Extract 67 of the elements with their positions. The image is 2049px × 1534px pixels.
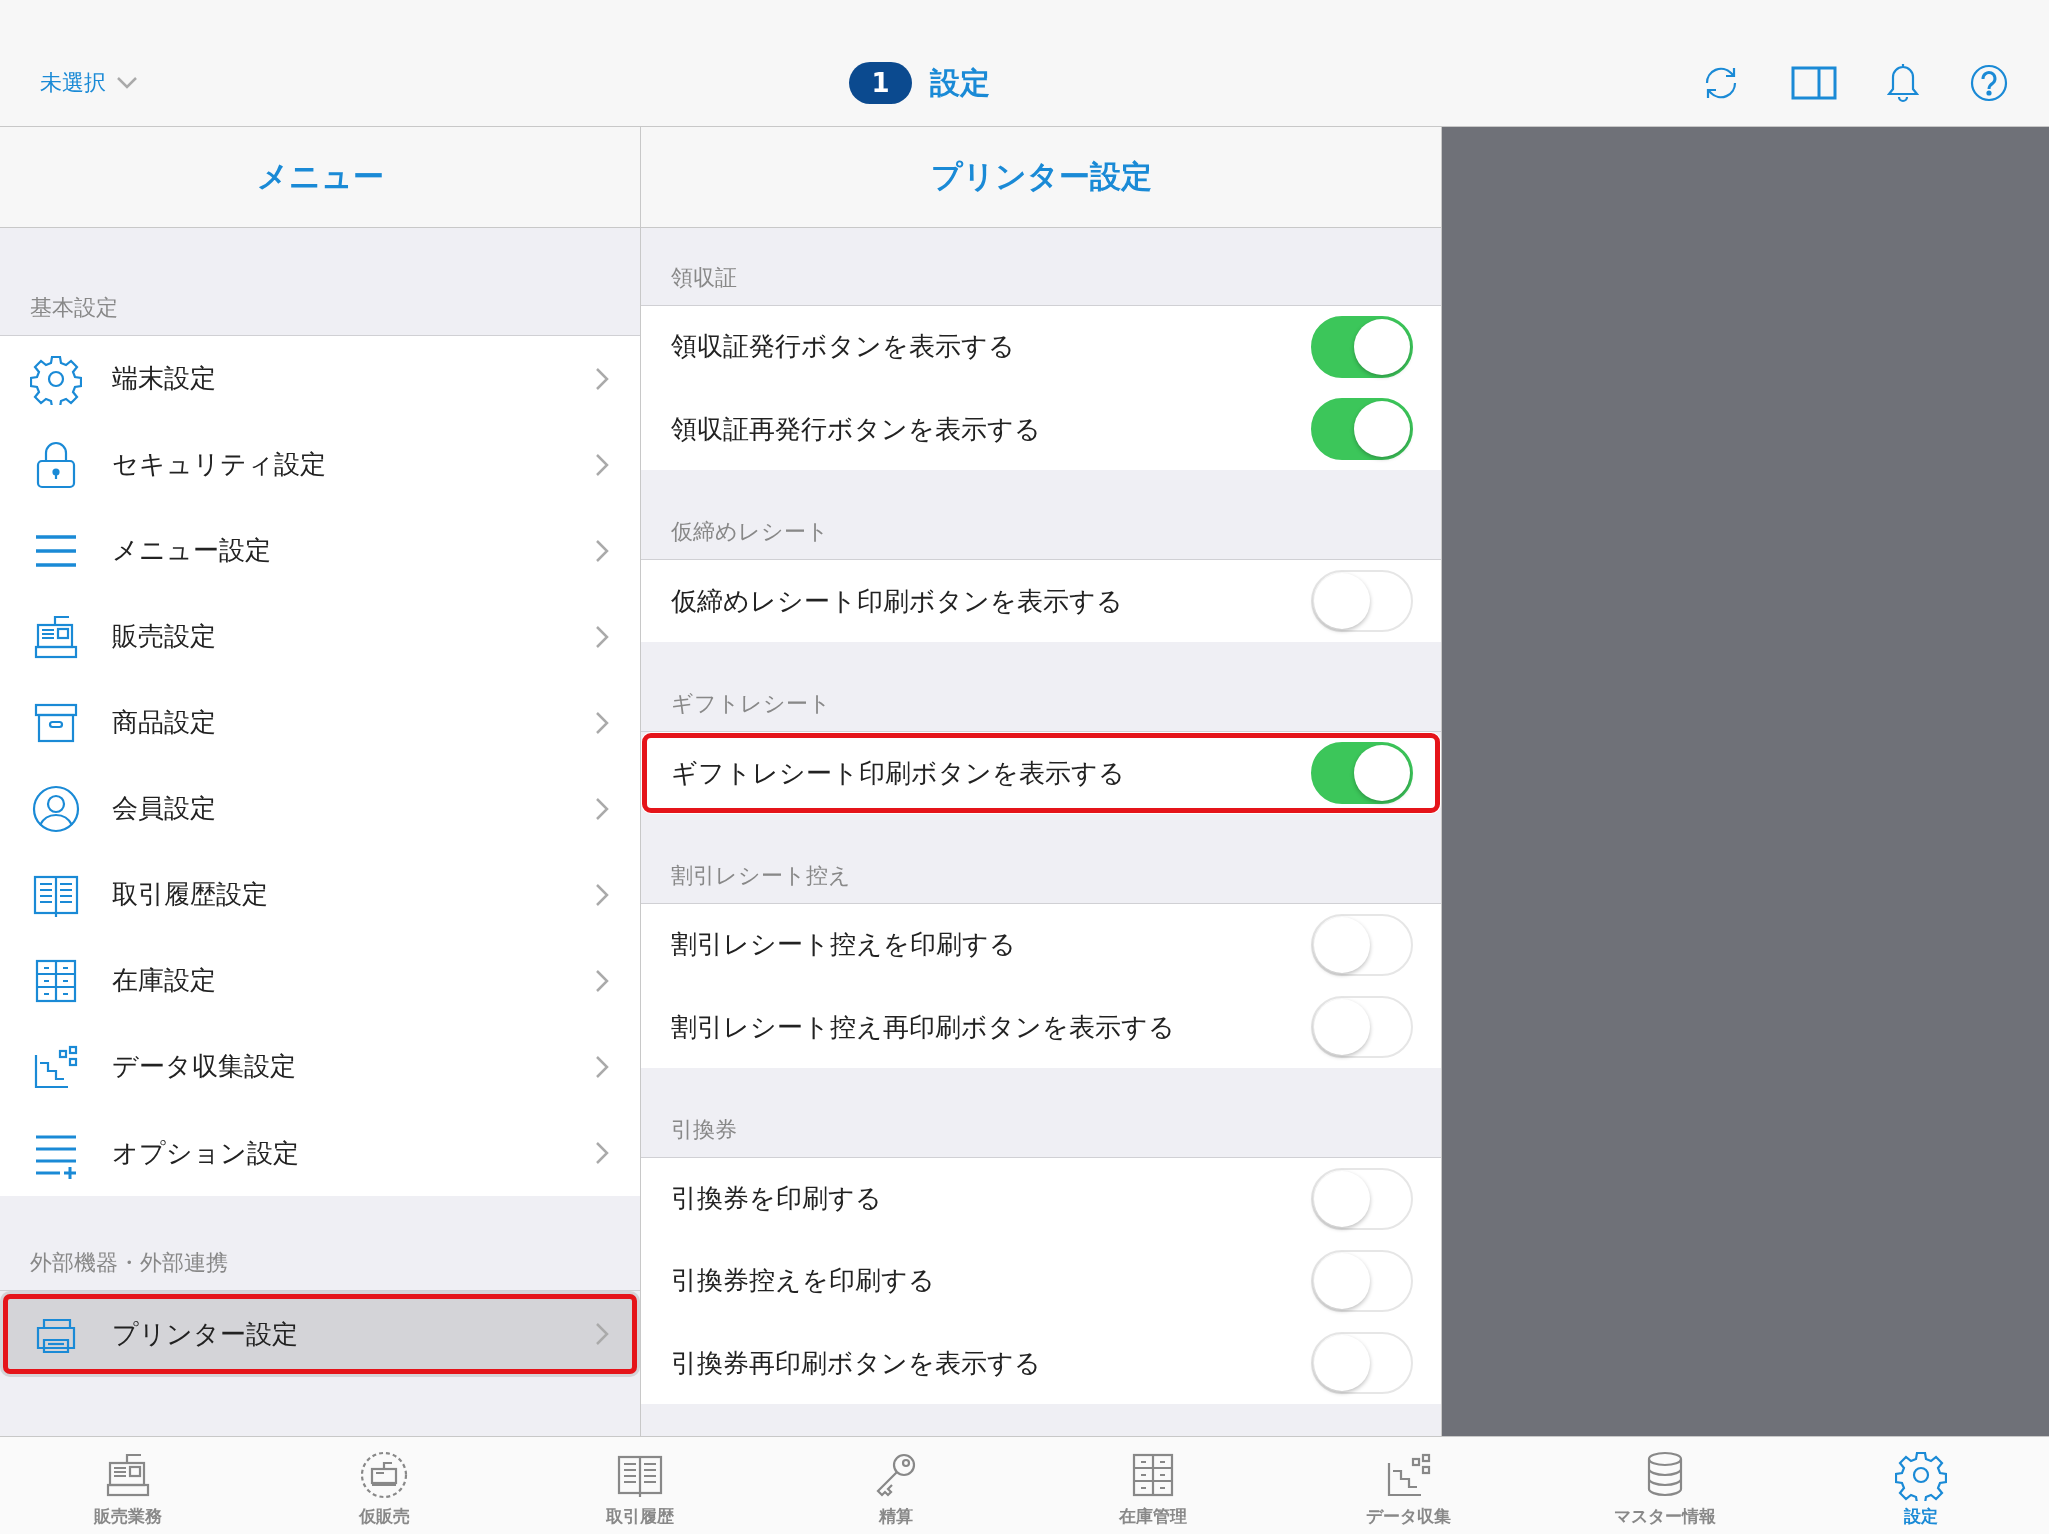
chevron-right-icon xyxy=(594,451,610,478)
chevron-right-icon xyxy=(594,1321,610,1347)
help-button[interactable] xyxy=(1969,63,2009,103)
panel-title: プリンター設定 xyxy=(930,157,1152,196)
menu-item-label: セキュリティ設定 xyxy=(112,448,327,481)
screen-title: 設定 xyxy=(929,63,990,102)
split-panel-icon xyxy=(1791,66,1837,100)
setting-label: 仮締めレシート印刷ボタンを表示する xyxy=(671,584,1124,618)
section-header: 基本設定 xyxy=(30,294,118,322)
panel-title: メニュー xyxy=(256,157,384,196)
menu-item-label: オプション設定 xyxy=(112,1136,300,1170)
setting-label: 割引レシート控えを印刷する xyxy=(671,928,1017,961)
menu-item[interactable]: データ収集設定 xyxy=(0,1024,640,1110)
menu-item-label: 取引履歴設定 xyxy=(112,878,269,911)
count-badge: 1 xyxy=(849,62,912,104)
menu-item[interactable]: 会員設定 xyxy=(0,766,640,852)
notification-button[interactable] xyxy=(1887,63,1919,103)
toggle-switch[interactable] xyxy=(1311,398,1413,460)
chevron-right-icon xyxy=(594,537,610,564)
section-header: 引換券 xyxy=(671,1116,737,1144)
setting-label: 割引レシート控え再印刷ボタンを表示する xyxy=(671,1010,1176,1044)
menu-item-label: メニュー設定 xyxy=(112,534,272,567)
menu-item[interactable]: 販売設定 xyxy=(0,594,640,680)
menu-item[interactable]: セキュリティ設定 xyxy=(0,422,640,508)
toggle-switch[interactable] xyxy=(1311,315,1413,378)
menu-item[interactable]: 商品設定 xyxy=(0,680,640,766)
chevron-right-icon xyxy=(594,881,610,908)
menu-item-label: データ収集設定 xyxy=(112,1050,297,1083)
setting-label: 引換券控えを印刷する xyxy=(671,1264,936,1297)
chevron-right-icon xyxy=(594,1053,610,1080)
setting-label: 領収証再発行ボタンを表示する xyxy=(671,412,1042,446)
setting-label: ギフトレシート印刷ボタンを表示する xyxy=(671,756,1126,790)
menu-item-label: 販売設定 xyxy=(112,620,217,653)
section-header: 領収証 xyxy=(671,264,737,292)
section-header: 外部機器・外部連携 xyxy=(30,1249,228,1277)
setting-label: 引換券を印刷する xyxy=(671,1182,883,1215)
menu-item-label: 会員設定 xyxy=(112,792,217,825)
chevron-right-icon xyxy=(594,709,610,736)
menu-item[interactable]: メニュー設定 xyxy=(0,508,640,594)
chevron-right-icon xyxy=(594,365,610,392)
split-view-button[interactable] xyxy=(1791,66,1837,100)
menu-item-label: プリンター設定 xyxy=(112,1317,299,1351)
section-header: ギフトレシート xyxy=(671,690,831,718)
menu-item-label: 端末設定 xyxy=(112,362,217,395)
chevron-right-icon xyxy=(594,1140,610,1166)
menu-item-label: 商品設定 xyxy=(112,706,217,739)
chevron-right-icon xyxy=(594,967,610,994)
toggle-switch[interactable] xyxy=(1311,742,1413,804)
menu-item[interactable]: オプション設定 xyxy=(0,1110,640,1196)
section-header: 割引レシート控え xyxy=(671,862,851,890)
chevron-right-icon xyxy=(594,623,610,650)
settings-icon xyxy=(1894,1449,1947,1501)
tab-bar-item[interactable]: 設定 xyxy=(1792,1437,2049,1534)
menu-item[interactable]: 在庫設定 xyxy=(0,938,640,1024)
section-header: 仮締めレシート xyxy=(671,518,829,546)
help-icon xyxy=(1969,63,2009,103)
setting-label: 引換券再印刷ボタンを表示する xyxy=(671,1346,1042,1380)
menu-item[interactable]: プリンター設定 xyxy=(0,1291,640,1377)
setting-label: 領収証発行ボタンを表示する xyxy=(671,330,1016,363)
bell-icon xyxy=(1887,63,1919,103)
person-circle-icon xyxy=(30,783,82,835)
menu-item[interactable]: 端末設定 xyxy=(0,336,640,422)
chevron-right-icon xyxy=(594,795,610,822)
gear-icon xyxy=(30,353,82,405)
chevron-down-icon xyxy=(116,76,138,90)
menu-item-label: 在庫設定 xyxy=(112,964,217,997)
menu-item[interactable]: 取引履歴設定 xyxy=(0,852,640,938)
